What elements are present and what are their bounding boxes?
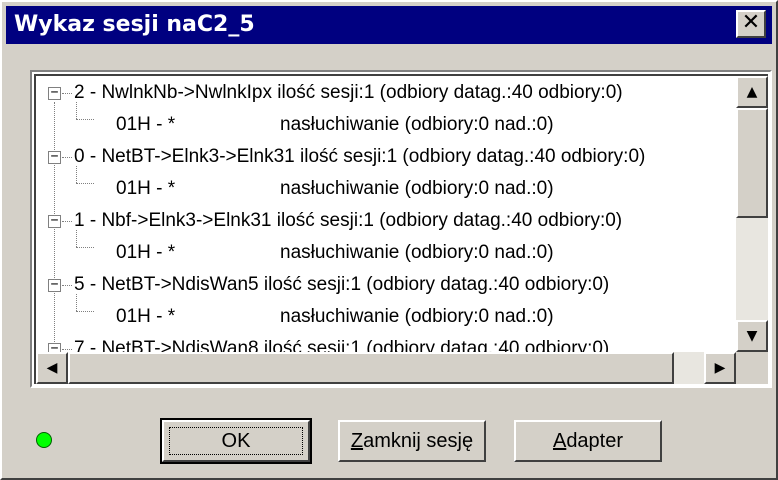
status-indicator-icon	[36, 432, 52, 448]
tree-item-child[interactable]: 01H - * nasłuchiwanie (odbiory:0 nad.:0)	[36, 109, 736, 141]
close-session-accelerator: Z	[350, 430, 364, 452]
collapse-icon[interactable]: −	[48, 150, 61, 164]
arrow-down-icon: ▼	[746, 328, 758, 344]
scroll-right-button[interactable]: ▶	[704, 352, 736, 384]
close-session-button[interactable]: Zamknij sesję	[338, 420, 486, 462]
tree-item-label[interactable]: 1 - Nbf->Elnk3->Elnk31 ilość sesji:1 (od…	[74, 205, 622, 237]
tree-connector	[76, 183, 94, 184]
tree-item-session[interactable]: − 5 - NetBT->NdisWan5 ilość sesji:1 (odb…	[36, 269, 736, 301]
close-icon: ✕	[741, 10, 761, 35]
tree-connector	[76, 311, 94, 312]
tree-connector	[62, 349, 72, 350]
title-bar[interactable]: Wykaz sesji naC2_5 ✕	[6, 6, 772, 44]
adapter-label: dapter	[566, 430, 624, 452]
tree-item-label[interactable]: 2 - NwlnkNb->NwlnkIpx ilość sesji:1 (odb…	[74, 77, 623, 109]
child-status: nasłuchiwanie (odbiory:0 nad.:0)	[280, 242, 554, 263]
child-name[interactable]: 01H - *	[116, 301, 175, 333]
adapter-button[interactable]: Adapter	[514, 420, 662, 462]
session-tree[interactable]: − 2 - NwlnkNb->NwlnkIpx ilość sesji:1 (o…	[34, 74, 768, 384]
tree-connector	[62, 221, 72, 222]
child-name[interactable]: 01H - *	[116, 109, 175, 141]
child-status: nasłuchiwanie (odbiory:0 nad.:0)	[280, 178, 554, 199]
tree-connector	[76, 247, 94, 248]
arrow-right-icon: ▶	[714, 360, 726, 376]
arrow-up-icon: ▲	[746, 84, 758, 100]
tree-item-session[interactable]: − 2 - NwlnkNb->NwlnkIpx ilość sesji:1 (o…	[36, 77, 736, 109]
window-title: Wykaz sesji naC2_5	[14, 12, 255, 37]
scrollbar-corner	[736, 352, 768, 384]
child-name[interactable]: 01H - *	[116, 173, 175, 205]
tree-item-child[interactable]: 01H - * nasłuchiwanie (odbiory:0 nad.:0)	[36, 301, 736, 333]
tree-item-label[interactable]: 0 - NetBT->Elnk3->Elnk31 ilość sesji:1 (…	[74, 141, 645, 173]
horizontal-scrollbar[interactable]: ◀ ▶	[36, 352, 736, 384]
collapse-icon[interactable]: −	[48, 86, 61, 100]
tree-connector	[62, 93, 72, 94]
tree-item-child[interactable]: 01H - * nasłuchiwanie (odbiory:0 nad.:0)	[36, 173, 736, 205]
arrow-left-icon: ◀	[46, 360, 58, 376]
close-button[interactable]: ✕	[736, 10, 766, 38]
tree-connector	[76, 119, 94, 120]
tree-connector	[62, 285, 72, 286]
tree-content: − 2 - NwlnkNb->NwlnkIpx ilość sesji:1 (o…	[36, 76, 736, 356]
child-status: nasłuchiwanie (odbiory:0 nad.:0)	[280, 114, 554, 135]
dialog-window: Wykaz sesji naC2_5 ✕ − 2 - NwlnkNb->Nwln…	[0, 0, 778, 480]
vertical-scroll-thumb[interactable]	[736, 108, 768, 218]
tree-connector	[62, 157, 72, 158]
scroll-down-button[interactable]: ▼	[736, 320, 768, 352]
horizontal-scroll-thumb[interactable]	[68, 352, 674, 384]
child-status: nasłuchiwanie (odbiory:0 nad.:0)	[280, 306, 554, 327]
child-name[interactable]: 01H - *	[116, 237, 175, 269]
close-session-label: amknij sesję	[363, 430, 474, 452]
tree-item-child[interactable]: 01H - * nasłuchiwanie (odbiory:0 nad.:0)	[36, 237, 736, 269]
adapter-accelerator: A	[552, 430, 567, 452]
scroll-left-button[interactable]: ◀	[36, 352, 68, 384]
tree-item-session[interactable]: − 0 - NetBT->Elnk3->Elnk31 ilość sesji:1…	[36, 141, 736, 173]
session-tree-frame: − 2 - NwlnkNb->NwlnkIpx ilość sesji:1 (o…	[30, 70, 772, 388]
tree-item-label[interactable]: 5 - NetBT->NdisWan5 ilość sesji:1 (odbio…	[74, 269, 609, 301]
vertical-scrollbar[interactable]: ▲ ▼	[736, 76, 768, 352]
tree-item-session[interactable]: − 1 - Nbf->Elnk3->Elnk31 ilość sesji:1 (…	[36, 205, 736, 237]
ok-button[interactable]: OK	[160, 418, 312, 464]
scroll-up-button[interactable]: ▲	[736, 76, 768, 108]
collapse-icon[interactable]: −	[48, 278, 61, 292]
focus-rect	[169, 427, 303, 455]
collapse-icon[interactable]: −	[48, 214, 61, 228]
